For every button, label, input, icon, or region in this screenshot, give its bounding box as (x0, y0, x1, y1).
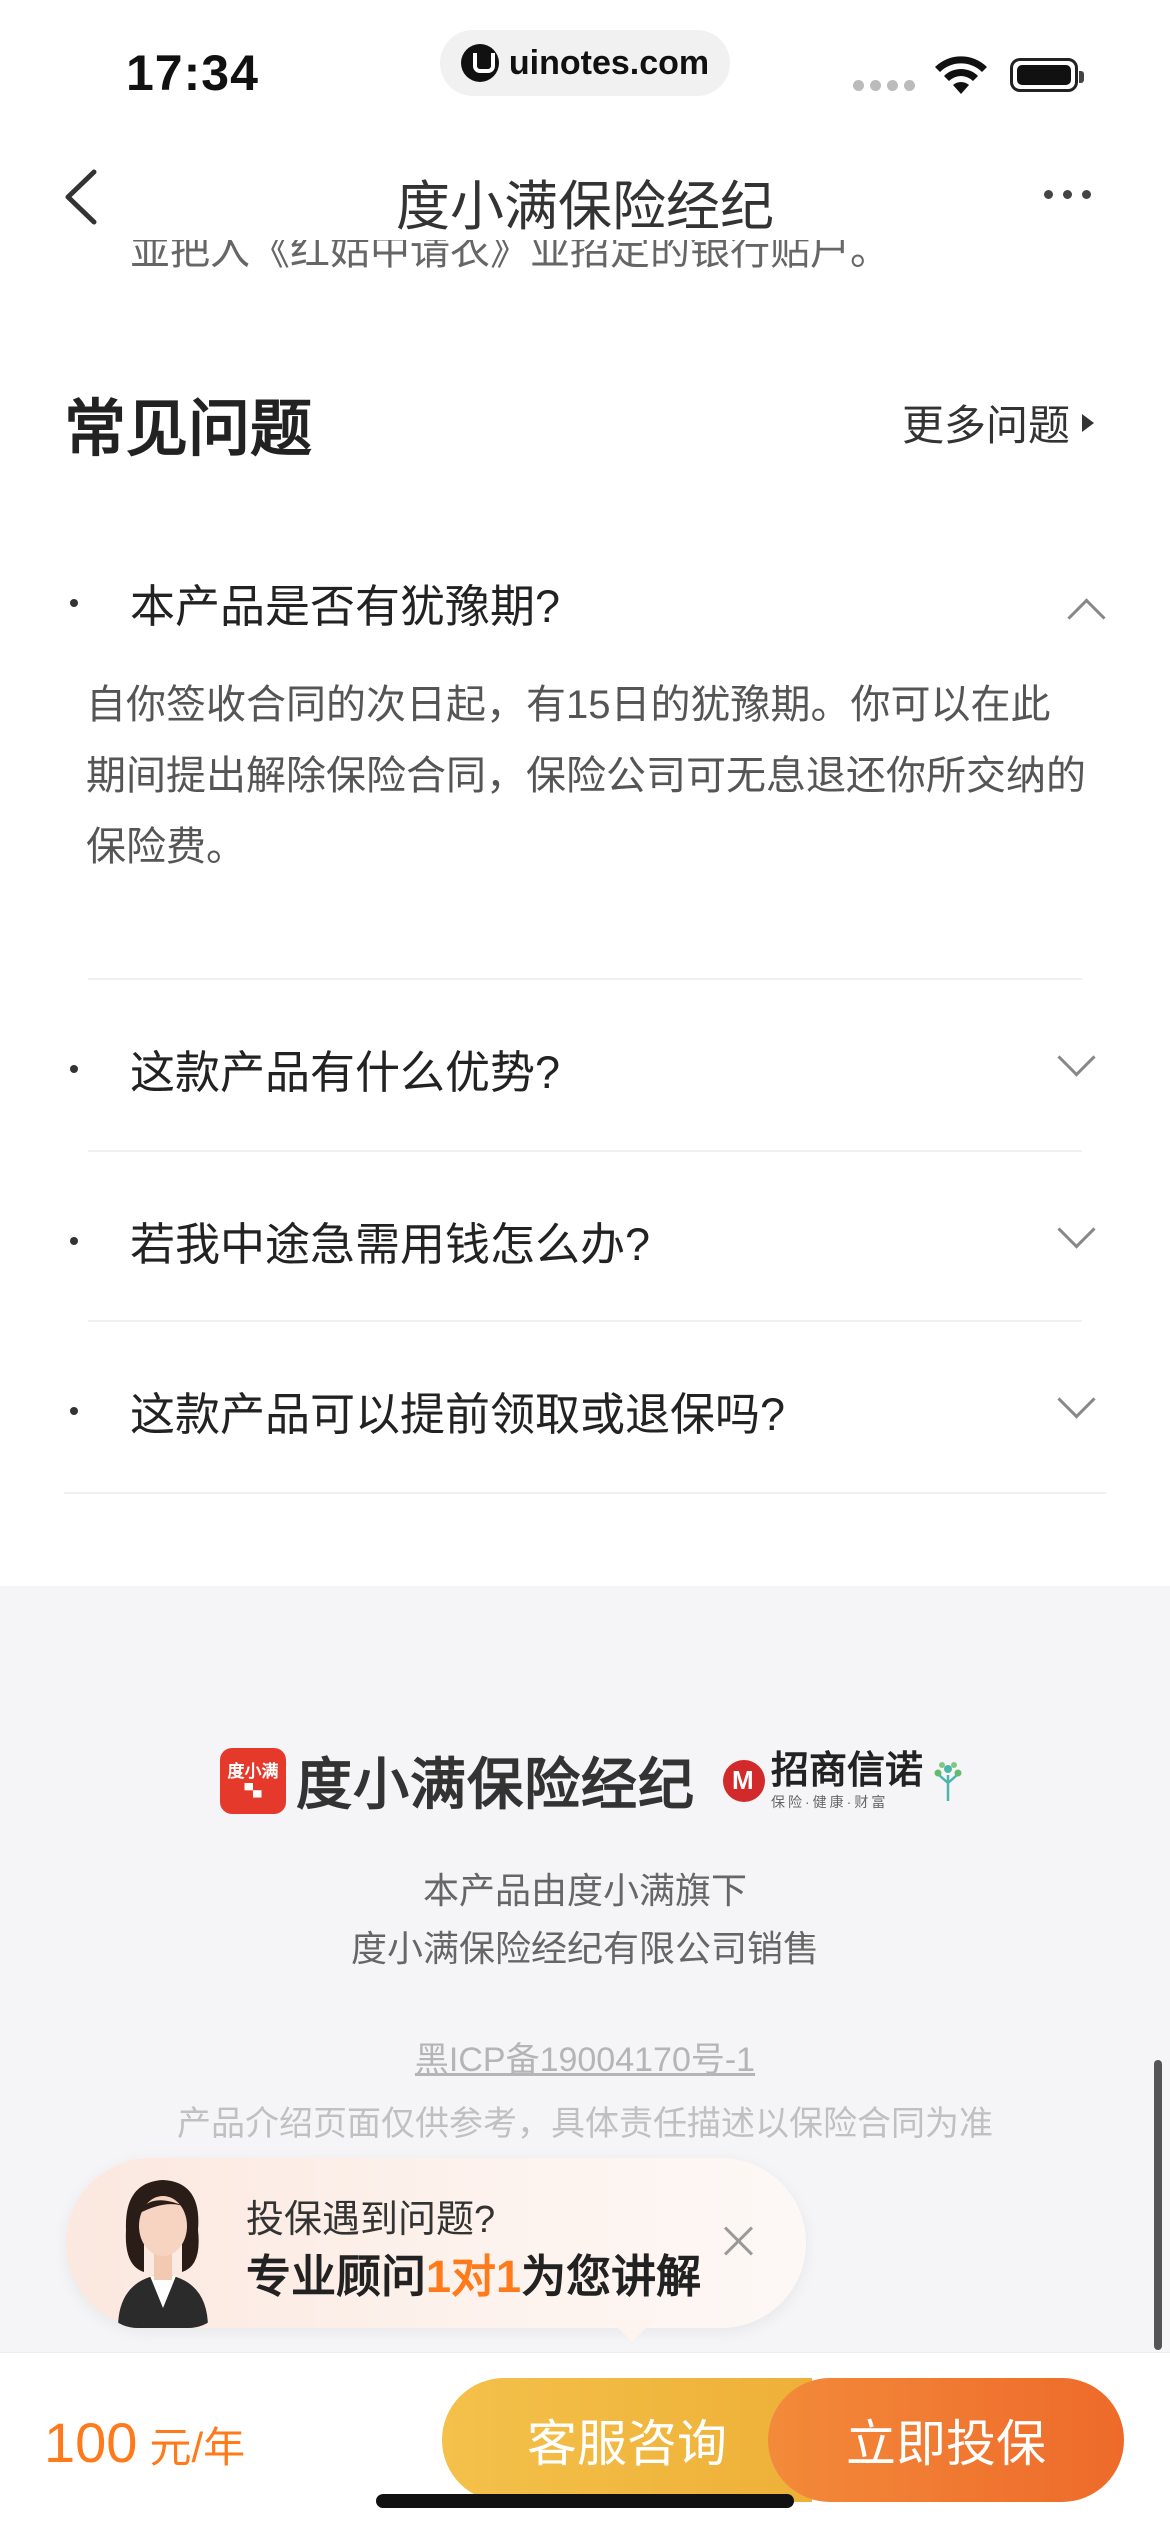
site-logo-icon (460, 44, 499, 82)
divider (88, 1320, 1082, 1322)
brand-name: 度小满保险经纪 (296, 1753, 695, 1816)
faq-question: 本产品是否有犹豫期? (130, 581, 561, 632)
more-questions-label: 更多问题 (902, 402, 1071, 449)
more-questions-link[interactable]: 更多问题 (902, 392, 1095, 453)
page-title: 度小满保险经纪 (396, 177, 774, 237)
price-value: 100 (44, 2411, 138, 2474)
partner-tagline: 保险·健康·财富 (771, 1793, 889, 1810)
bullet-icon (70, 598, 78, 607)
partner-name: 招商信诺 (771, 1749, 924, 1792)
faq-question: 若我中途急需用钱怎么办? (130, 1219, 651, 1270)
faq-item[interactable]: 本产品是否有犹豫期? 自你签收合同的次日起，有15日的犹豫期。你可以在此期间提出… (64, 570, 1106, 900)
faq-answer: 自你签收合同的次日起，有15日的犹豫期。你可以在此期间提出解除保险合同，保险公司… (86, 683, 1086, 869)
consultant-avatar (118, 2180, 208, 2328)
scrollbar[interactable] (1154, 2060, 1162, 2350)
divider (88, 1150, 1082, 1152)
divider (64, 1492, 1106, 1494)
tree-icon (934, 1761, 962, 1801)
more-menu-icon[interactable] (1044, 190, 1091, 199)
chevron-down-icon[interactable] (1057, 1380, 1096, 1419)
divider (88, 978, 1082, 980)
faq-title: 常见问题 (64, 395, 313, 464)
faq-question: 这款产品可以提前领取或退保吗? (130, 1389, 786, 1440)
price: 100 元/年 (44, 2410, 245, 2475)
status-time: 17:34 (126, 45, 259, 101)
faq-question: 这款产品有什么优势? (130, 1047, 561, 1098)
footer-line-2: 度小满保险经纪有限公司销售 (350, 1928, 819, 1969)
faq-item[interactable]: 这款产品可以提前领取或退保吗? (64, 1378, 1106, 1440)
chevron-down-icon[interactable] (1057, 1210, 1096, 1249)
close-icon[interactable] (720, 2222, 756, 2258)
bubble-tail (610, 2320, 654, 2342)
partner-logo: 招商信诺 保险·健康·财富 (723, 1750, 967, 1812)
bullet-icon (70, 1064, 78, 1073)
battery-icon (1010, 58, 1084, 92)
customer-service-button[interactable]: 客服咨询 (442, 2378, 812, 2502)
url-text: uinotes.com (508, 43, 710, 82)
url-pill[interactable]: uinotes.com (440, 30, 730, 96)
icp-link[interactable]: 黑ICP备19004170号-1 (0, 2032, 1170, 2081)
wifi-icon (935, 56, 987, 94)
faq-item[interactable]: 这款产品有什么优势? (64, 1036, 1106, 1098)
chevron-up-icon[interactable] (1067, 598, 1106, 637)
arrow-right-icon (1082, 413, 1095, 432)
disclaimer: 产品介绍页面仅供参考，具体责任描述以保险合同为准 (177, 2105, 993, 2143)
faq-item[interactable]: 若我中途急需用钱怎么办? (64, 1208, 1106, 1270)
home-indicator[interactable] (376, 2494, 794, 2508)
clipped-previous-text: 並把入《红姑中请衣》业招定的银行贴户。 (130, 240, 890, 273)
footer-line-1: 本产品由度小满旗下 (422, 1870, 747, 1911)
consult-question: 投保遇到问题? (246, 2199, 496, 2241)
signal-icon (853, 80, 915, 91)
chevron-down-icon[interactable] (1057, 1038, 1096, 1077)
bullet-icon (70, 1406, 78, 1415)
brand-row: 度小满▀▄ 度小满保险经纪 招商信诺 保险·健康·财富 (220, 1740, 967, 1821)
dxm-logo: 度小满 ▀▄ (220, 1747, 286, 1814)
buy-now-button[interactable]: 立即投保 (768, 2378, 1124, 2502)
price-unit: 元/年 (149, 2424, 246, 2471)
bullet-icon (70, 1236, 78, 1245)
consult-main-text: 专业顾问1对1为您讲解 (246, 2251, 702, 2302)
cmb-circle-icon (723, 1759, 765, 1802)
